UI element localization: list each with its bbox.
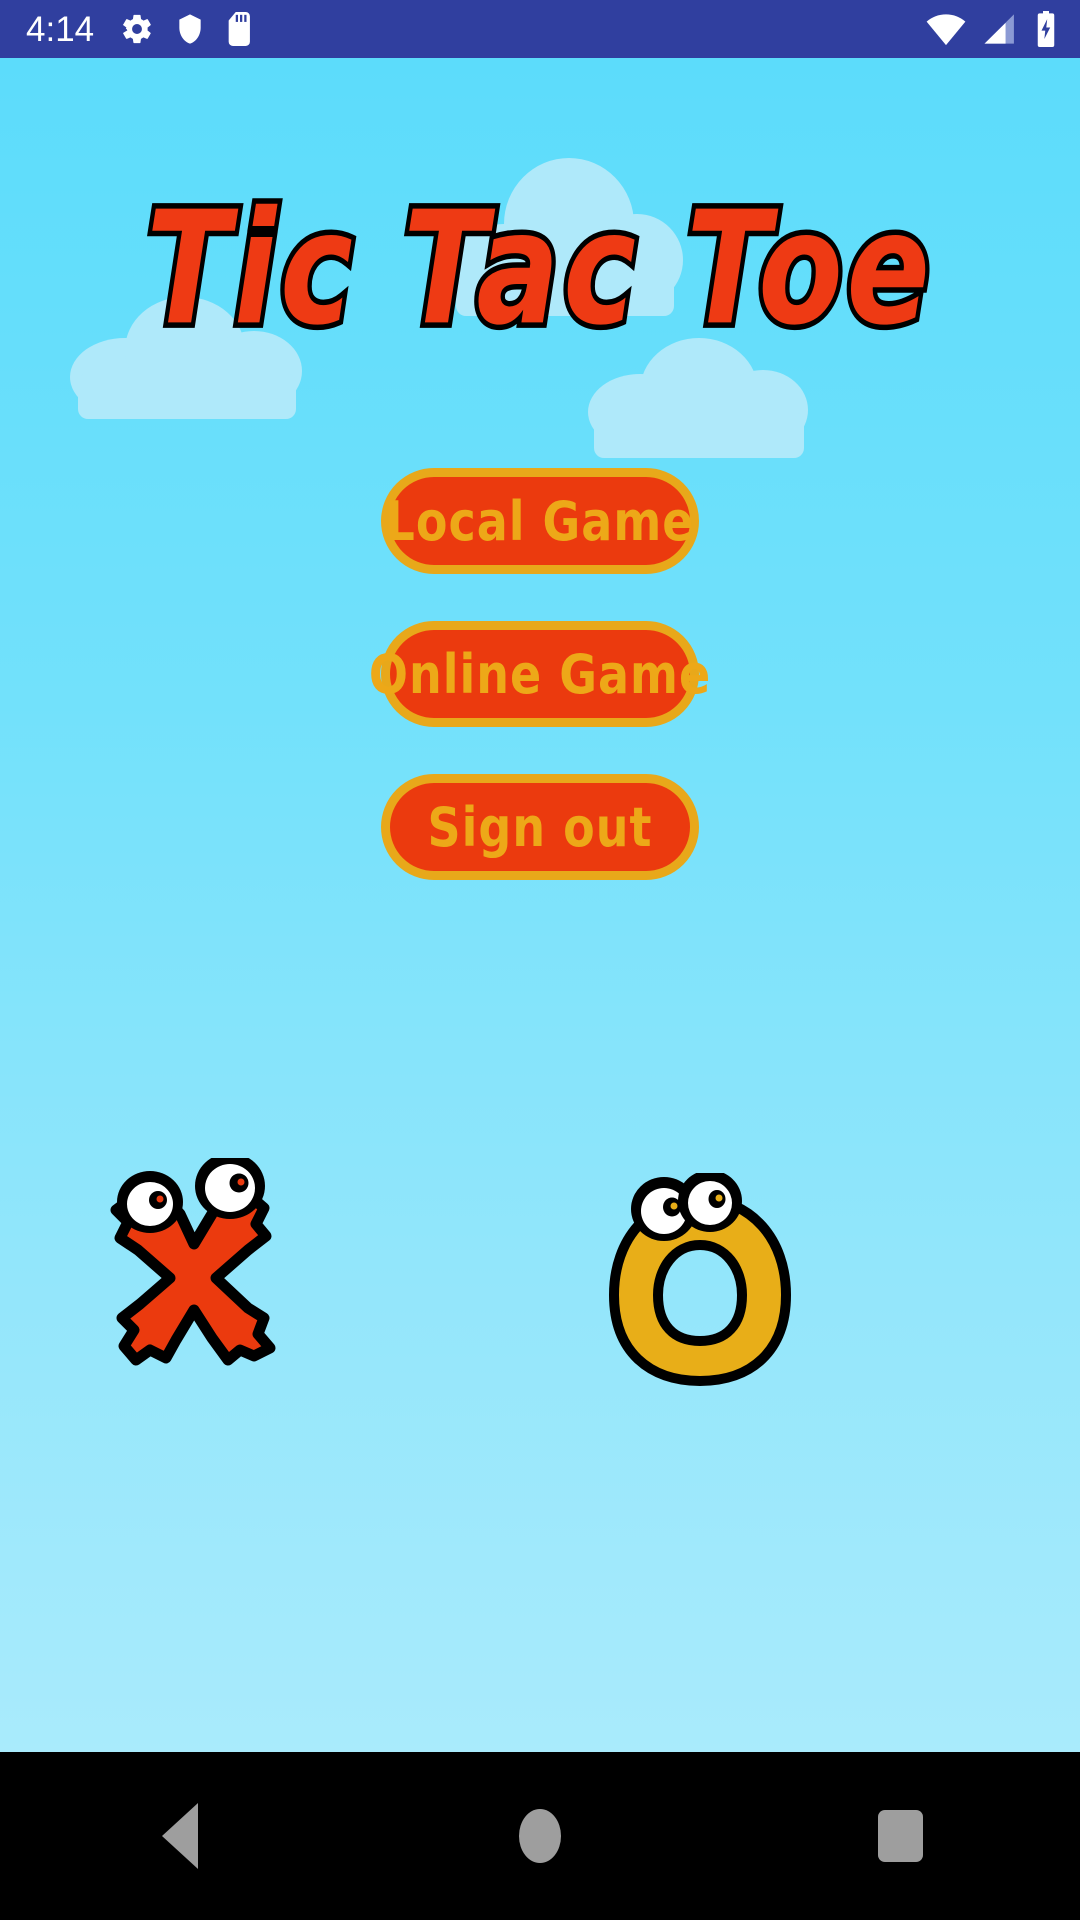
status-bar-clock: 4:14 — [26, 9, 95, 49]
battery-charging-icon — [1034, 11, 1058, 47]
online-game-button[interactable]: Online Game — [369, 621, 710, 727]
cell-signal-icon — [982, 12, 1018, 46]
local-game-button[interactable]: Local Game — [381, 468, 699, 574]
status-bar-right-icons — [910, 11, 1058, 47]
phone-screen: 4:14 Tic Tac Toe Local Game Online Game … — [0, 0, 1080, 1920]
recents-square-icon — [877, 1810, 923, 1862]
page-title: Tic Tac Toe — [142, 178, 934, 361]
main-menu: Local Game Online Game Sign out — [0, 468, 1080, 927]
title-container: Tic Tac Toe — [0, 182, 1080, 357]
sign-out-label: Sign out — [427, 795, 653, 859]
x-mascot — [88, 1153, 298, 1388]
android-navigation-bar — [0, 1752, 1080, 1920]
home-circle-icon — [519, 1809, 561, 1863]
nav-back-button[interactable] — [90, 1752, 270, 1920]
shield-icon — [174, 12, 206, 46]
gear-icon — [120, 12, 154, 46]
wifi-icon — [926, 12, 966, 46]
status-bar: 4:14 — [0, 0, 1080, 58]
nav-recents-button[interactable] — [810, 1752, 990, 1920]
online-game-label: Online Game — [368, 642, 712, 706]
back-triangle-icon — [162, 1803, 198, 1869]
nav-home-button[interactable] — [450, 1752, 630, 1920]
o-mascot — [600, 1170, 800, 1393]
game-background: Tic Tac Toe Local Game Online Game Sign … — [0, 58, 1080, 1752]
local-game-label: Local Game — [385, 489, 695, 553]
sd-card-icon — [226, 12, 254, 46]
sign-out-button[interactable]: Sign out — [381, 774, 699, 880]
